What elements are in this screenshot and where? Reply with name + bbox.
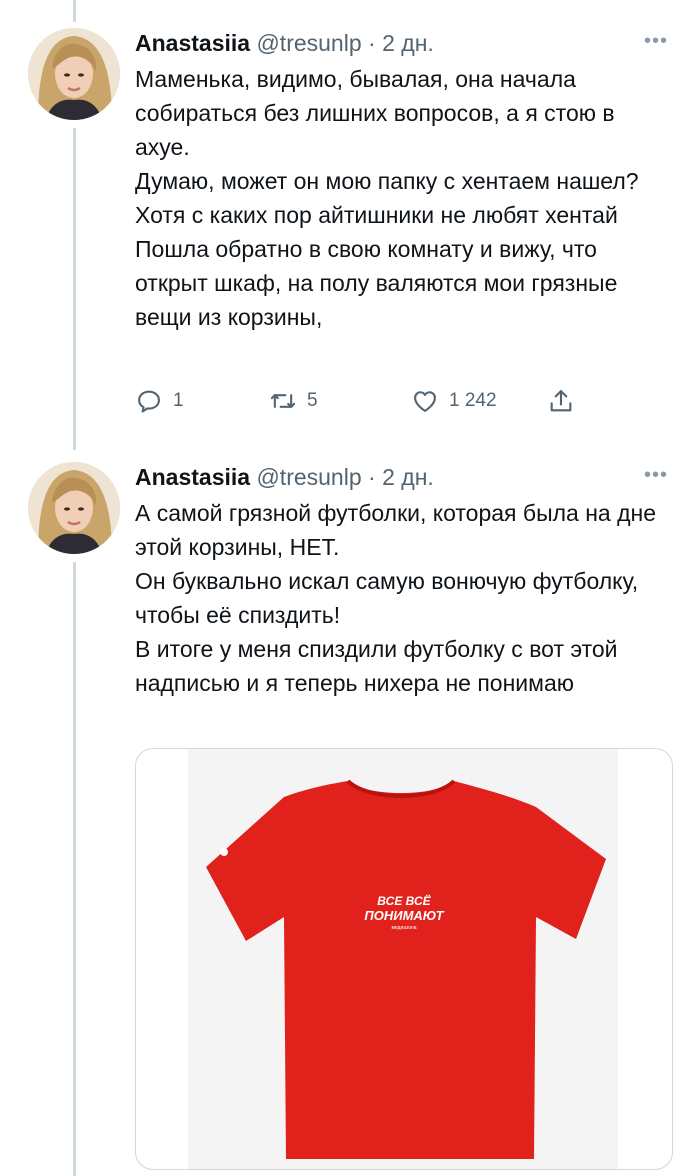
tweet-paragraph: В итоге у меня спиздили футболку с вот э… [135, 636, 618, 696]
tweet-text: Маменька, видимо, бывалая, она начала со… [135, 62, 670, 334]
thread-line-top [73, 0, 76, 22]
timestamp[interactable]: 2 дн. [382, 30, 434, 56]
more-icon[interactable]: ••• [644, 464, 668, 487]
like-button[interactable]: 1 242 [411, 384, 497, 418]
shirt-print-line2: ПОНИМАЮТ [364, 908, 444, 923]
tweet-actions: 1 5 1 242 [135, 384, 595, 418]
shirt-print-line3: медиазона [391, 925, 417, 931]
tweet-paragraph: Думаю, может он мою папку с хентаем наше… [135, 168, 639, 228]
tweet-paragraph: Маменька, видимо, бывалая, она начала со… [135, 66, 615, 160]
more-icon[interactable]: ••• [644, 30, 668, 53]
separator: · [368, 30, 376, 56]
tweet-1[interactable]: Anastasiia @tresunlp · 2 дн. ••• Маменьк… [0, 28, 700, 428]
author-name[interactable]: Anastasiia [135, 464, 250, 490]
like-icon [414, 391, 436, 412]
retweet-button[interactable]: 5 [269, 384, 318, 418]
tshirt-shape [206, 781, 606, 1159]
tweet-header: Anastasiia @tresunlp · 2 дн. [135, 28, 434, 58]
tweet-paragraph: Пошла обратно в свою комнату и вижу, что… [135, 236, 618, 330]
tweet-media-image[interactable]: ВСЕ ВСЁ ПОНИМАЮТ медиазона [135, 748, 673, 1170]
tweet-text: А самой грязной футболки, которая была н… [135, 496, 670, 700]
author-handle[interactable]: @tresunlp [256, 464, 361, 490]
avatar[interactable] [28, 28, 120, 120]
share-icon [550, 390, 572, 412]
retweet-count: 5 [307, 390, 318, 411]
tweet-paragraph: А самой грязной футболки, которая была н… [135, 500, 656, 560]
share-button[interactable] [547, 384, 585, 418]
author-handle[interactable]: @tresunlp [256, 30, 361, 56]
tshirt-illustration [206, 779, 606, 1159]
retweet-icon [270, 394, 296, 408]
reply-count: 1 [173, 390, 184, 411]
shirt-print-line1: ВСЕ ВСЁ [377, 894, 431, 908]
author-name[interactable]: Anastasiia [135, 30, 250, 56]
tweet-paragraph: Он буквально искал самую вонючую футболк… [135, 568, 639, 628]
tweet-header: Anastasiia @tresunlp · 2 дн. [135, 462, 434, 492]
separator: · [368, 464, 376, 490]
reply-icon [138, 390, 160, 413]
reply-button[interactable]: 1 [135, 384, 184, 418]
timestamp[interactable]: 2 дн. [382, 464, 434, 490]
avatar[interactable] [28, 462, 120, 554]
like-count: 1 242 [449, 390, 497, 411]
